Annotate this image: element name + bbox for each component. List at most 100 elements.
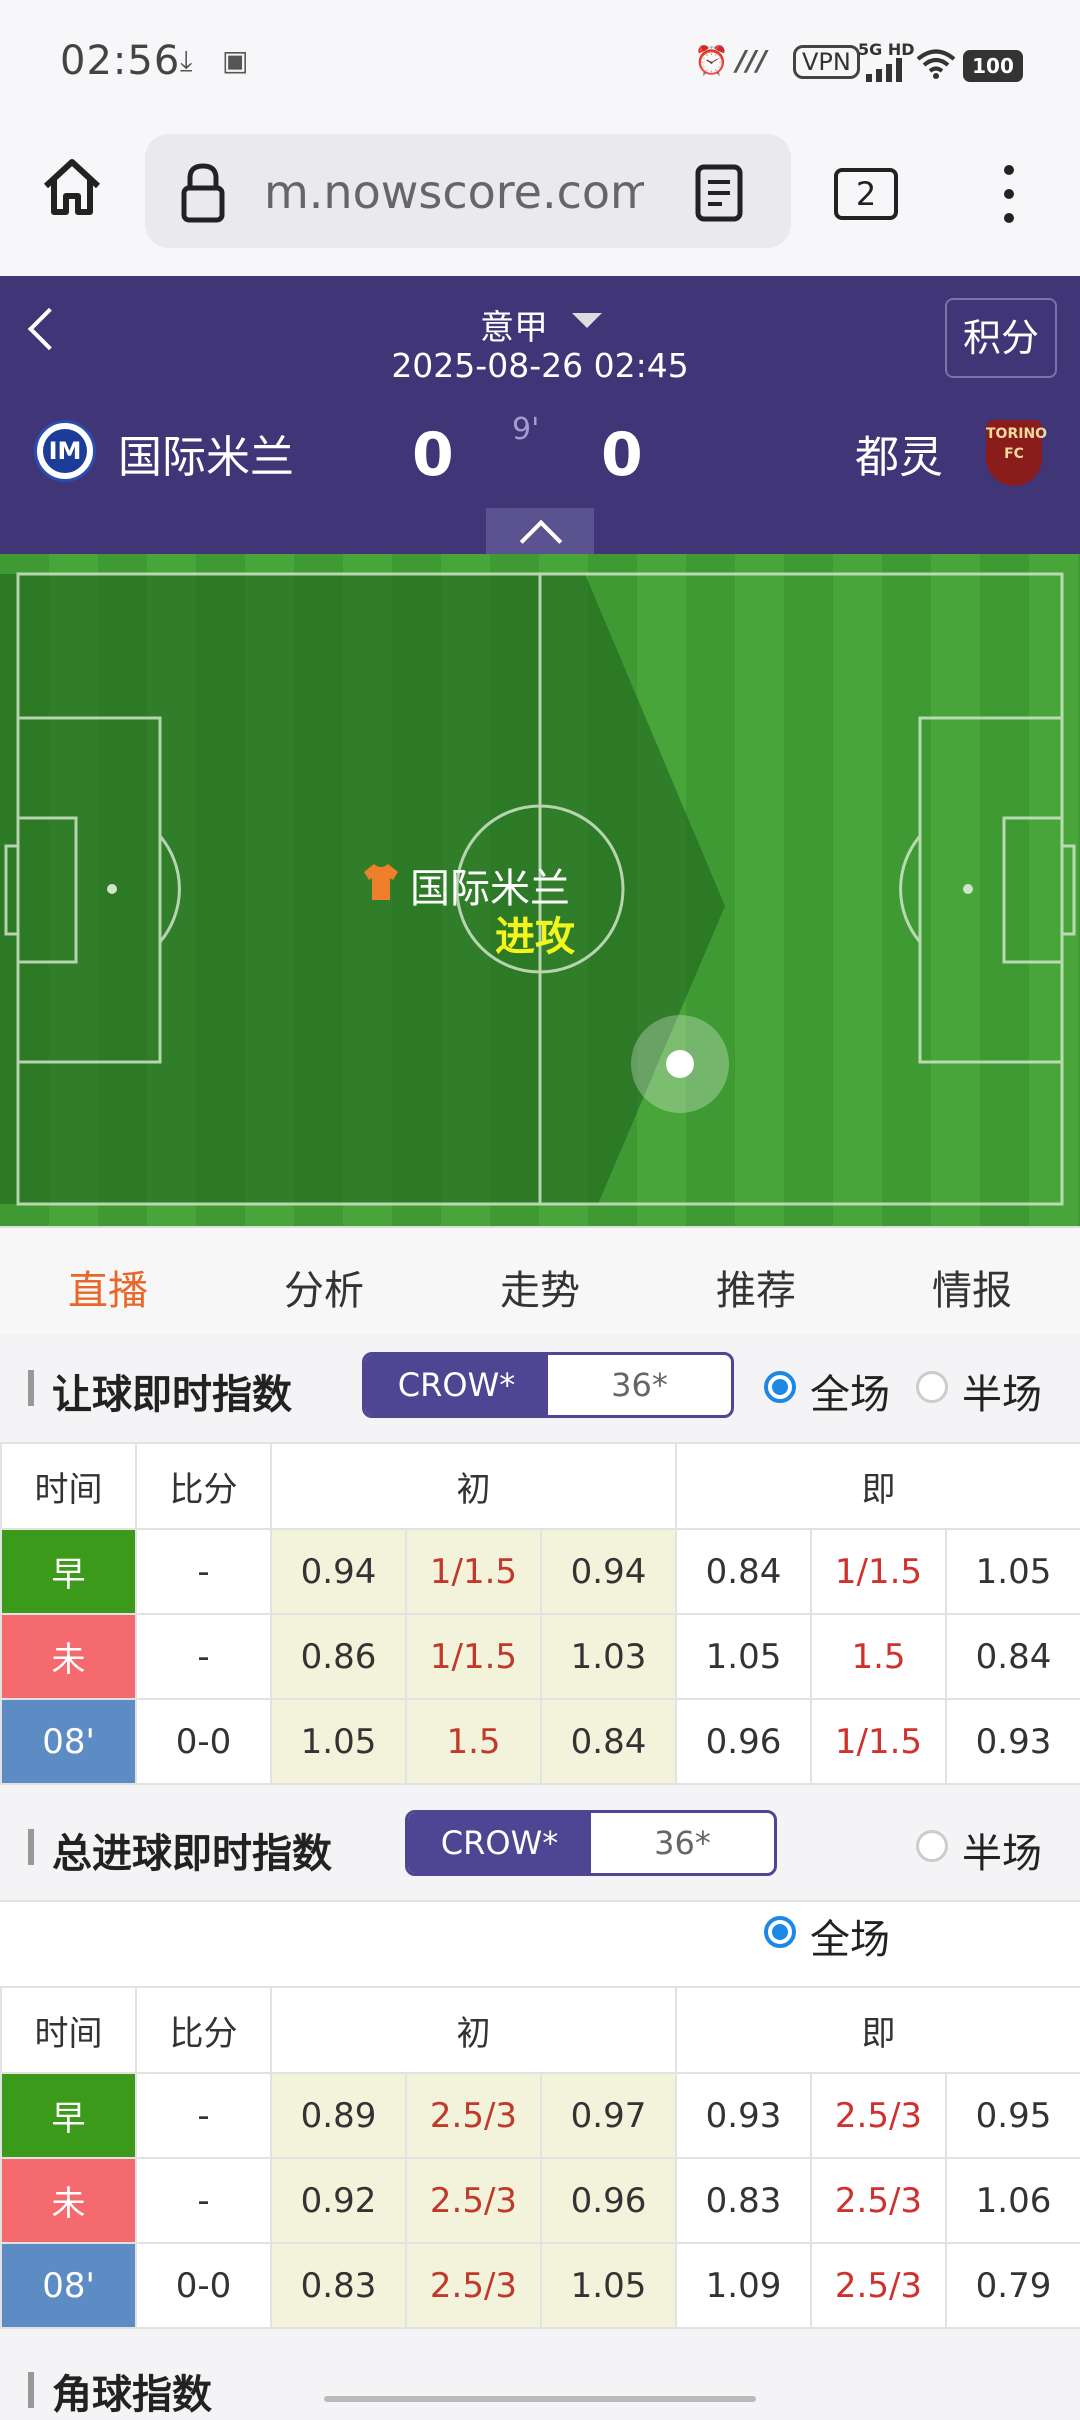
signal-icon: /// bbox=[736, 44, 767, 77]
odds-cell: 0.79 bbox=[945, 2242, 1080, 2329]
table-row[interactable]: 早 - 0.94 1/1.5 0.94 0.84 1/1.5 1.05 bbox=[0, 1528, 1080, 1615]
time-cell: 未 bbox=[0, 1613, 137, 1700]
tab-analysis[interactable]: 分析 bbox=[216, 1258, 432, 1316]
match-datetime: 2025-08-26 02:45 bbox=[391, 346, 689, 385]
totals-title: 总进球即时指数 bbox=[52, 1831, 332, 1877]
header-live: 即 bbox=[675, 1986, 1080, 2074]
header-time: 时间 bbox=[0, 1986, 137, 2074]
odds-cell: 0.96 bbox=[675, 1698, 812, 1785]
full-match-label[interactable]: 全场 bbox=[810, 1362, 890, 1420]
half-match-radio[interactable] bbox=[916, 1830, 948, 1862]
odds-cell: 0.95 bbox=[945, 2072, 1080, 2159]
line-cell: 1.5 bbox=[405, 1698, 542, 1785]
full-match-label[interactable]: 全场 bbox=[810, 1907, 890, 1965]
full-match-radio[interactable] bbox=[764, 1371, 796, 1403]
table-row[interactable]: 08' 0-0 1.05 1.5 0.84 0.96 1/1.5 0.93 bbox=[0, 1698, 1080, 1785]
odds-cell: 1.05 bbox=[675, 1613, 812, 1700]
bookmaker-36-button[interactable]: 36* bbox=[591, 1813, 774, 1873]
away-team-name[interactable]: 都灵 bbox=[855, 421, 943, 485]
odds-cell: 0.84 bbox=[675, 1528, 812, 1615]
section-marker bbox=[28, 1829, 34, 1865]
odds-cell: 1.06 bbox=[945, 2157, 1080, 2244]
line-cell: 1.5 bbox=[810, 1613, 947, 1700]
handicap-title: 让球即时指数 bbox=[52, 1372, 292, 1418]
time-cell: 未 bbox=[0, 2157, 137, 2244]
home-team-logo-mark: IM bbox=[43, 429, 87, 473]
vpn-badge: VPN bbox=[793, 45, 860, 79]
tab-trend[interactable]: 走势 bbox=[432, 1258, 648, 1316]
home-icon[interactable] bbox=[38, 152, 106, 220]
header-initial: 初 bbox=[270, 1986, 677, 2074]
odds-cell: 0.83 bbox=[270, 2242, 407, 2329]
package-icon: ▣ bbox=[222, 44, 249, 77]
line-cell: 2.5/3 bbox=[810, 2157, 947, 2244]
odds-cell: 0.92 bbox=[270, 2157, 407, 2244]
bookmaker-crow-button[interactable]: CROW* bbox=[365, 1355, 548, 1415]
half-match-label[interactable]: 半场 bbox=[962, 1362, 1042, 1420]
standings-button[interactable]: 积分 bbox=[945, 298, 1057, 378]
alarm-icon: ⏰ bbox=[694, 44, 729, 77]
signal-bars-icon bbox=[866, 58, 906, 82]
download-icon: ⤓ bbox=[180, 44, 193, 77]
bookmaker-36-button[interactable]: 36* bbox=[548, 1355, 731, 1415]
home-indicator bbox=[324, 2396, 756, 2402]
odds-cell: 0.86 bbox=[270, 1613, 407, 1700]
line-cell: 2.5/3 bbox=[405, 2072, 542, 2159]
score-cell: - bbox=[135, 2157, 272, 2244]
odds-cell: 0.94 bbox=[270, 1528, 407, 1615]
odds-cell: 1.03 bbox=[540, 1613, 677, 1700]
table-row[interactable]: 08' 0-0 0.83 2.5/3 1.05 1.09 2.5/3 0.79 bbox=[0, 2242, 1080, 2329]
handicap-odds-table: 时间 比分 初 即 早 - 0.94 1/1.5 0.94 0.84 1/1.5… bbox=[0, 1442, 1080, 1785]
half-match-label[interactable]: 半场 bbox=[962, 1821, 1042, 1879]
chevron-down-icon[interactable] bbox=[572, 313, 602, 328]
home-team-name[interactable]: 国际米兰 bbox=[118, 421, 294, 485]
tab-intel[interactable]: 情报 bbox=[864, 1258, 1080, 1316]
league-name[interactable]: 意甲 bbox=[480, 300, 548, 349]
odds-cell: 1.05 bbox=[945, 1528, 1080, 1615]
odds-cell: 0.97 bbox=[540, 2072, 677, 2159]
line-cell: 2.5/3 bbox=[810, 2242, 947, 2329]
wifi-icon bbox=[916, 48, 956, 80]
away-score: 0 bbox=[601, 420, 643, 490]
tab-live[interactable]: 直播 bbox=[0, 1258, 216, 1316]
score-cell: 0-0 bbox=[135, 2242, 272, 2329]
header-time: 时间 bbox=[0, 1442, 137, 1530]
odds-cell: 0.89 bbox=[270, 2072, 407, 2159]
time-cell: 08' bbox=[0, 2242, 137, 2329]
5g-hd-signal-icon: 5G HD bbox=[858, 40, 915, 59]
reader-mode-icon[interactable] bbox=[694, 164, 744, 222]
section-marker bbox=[28, 1370, 34, 1406]
bookmaker-crow-button[interactable]: CROW* bbox=[408, 1813, 591, 1873]
odds-cell: 1.09 bbox=[675, 2242, 812, 2329]
time-cell: 08' bbox=[0, 1698, 137, 1785]
line-cell: 1/1.5 bbox=[810, 1698, 947, 1785]
tab-switcher-button[interactable]: 2 bbox=[834, 168, 898, 220]
lock-icon[interactable] bbox=[176, 160, 230, 224]
handicap-bookmaker-switch: CROW* 36* bbox=[362, 1352, 734, 1418]
home-score: 0 bbox=[412, 420, 454, 490]
totals-odds-table: 时间 比分 初 即 早 - 0.89 2.5/3 0.97 0.93 2.5/3… bbox=[0, 1986, 1080, 2329]
section-marker bbox=[28, 2372, 34, 2408]
table-row[interactable]: 未 - 0.92 2.5/3 0.96 0.83 2.5/3 1.06 bbox=[0, 2157, 1080, 2244]
odds-cell: 0.84 bbox=[540, 1698, 677, 1785]
url-text[interactable]: m.nowscore.com/ bbox=[264, 165, 644, 219]
odds-cell: 0.94 bbox=[540, 1528, 677, 1615]
odds-cell: 0.93 bbox=[945, 1698, 1080, 1785]
odds-cell: 0.83 bbox=[675, 2157, 812, 2244]
score-cell: - bbox=[135, 1528, 272, 1615]
score-cell: - bbox=[135, 1613, 272, 1700]
table-row[interactable]: 未 - 0.86 1/1.5 1.03 1.05 1.5 0.84 bbox=[0, 1613, 1080, 1700]
time-cell: 早 bbox=[0, 2072, 137, 2159]
odds-cell: 0.96 bbox=[540, 2157, 677, 2244]
half-match-radio[interactable] bbox=[916, 1371, 948, 1403]
attack-status: 进攻 bbox=[495, 914, 575, 960]
odds-cell: 1.05 bbox=[540, 2242, 677, 2329]
line-cell: 1/1.5 bbox=[405, 1528, 542, 1615]
header-score: 比分 bbox=[135, 1442, 272, 1530]
full-match-radio[interactable] bbox=[764, 1916, 796, 1948]
table-row[interactable]: 早 - 0.89 2.5/3 0.97 0.93 2.5/3 0.95 bbox=[0, 2072, 1080, 2159]
more-menu-icon[interactable] bbox=[996, 162, 1022, 226]
match-minute: 9' bbox=[512, 412, 540, 447]
time-cell: 早 bbox=[0, 1528, 137, 1615]
tab-recommend[interactable]: 推荐 bbox=[648, 1258, 864, 1316]
